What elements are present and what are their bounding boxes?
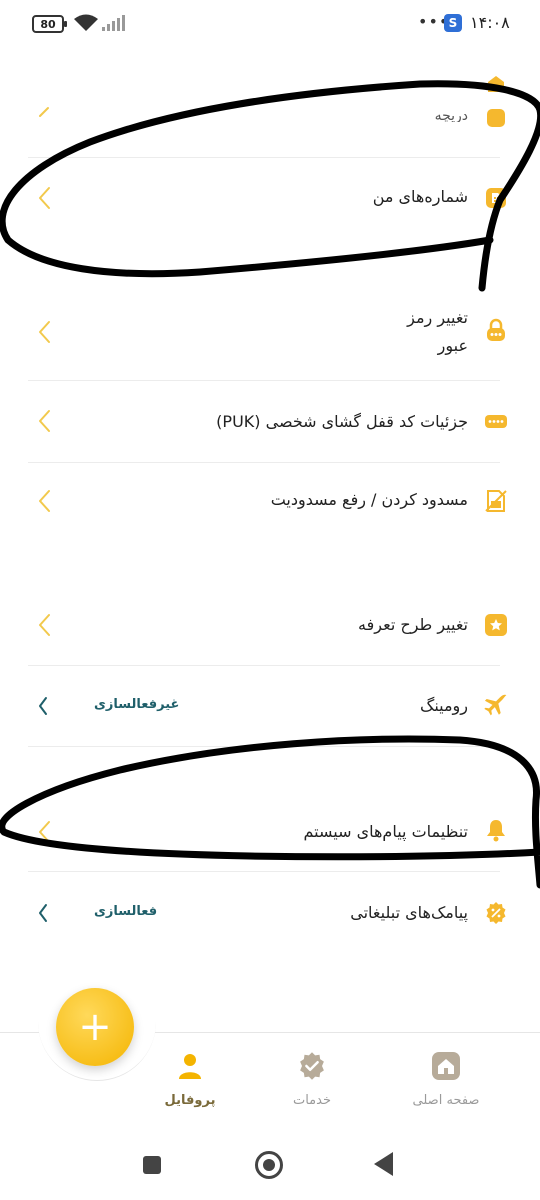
menu-item-label: تنظیمات پیام‌های سیستم [303, 822, 468, 841]
menu-item-change-password[interactable]: تغییر رمز عبور [0, 290, 540, 380]
pin-code-icon [485, 415, 507, 428]
clock: ۱۴:۰۸ [470, 13, 510, 32]
shop-icon [487, 109, 505, 127]
divider [28, 746, 500, 747]
menu-item-system-messages[interactable]: تنظیمات پیام‌های سیستم [0, 790, 540, 870]
chevron-left-icon [39, 614, 50, 636]
star-icon [485, 614, 507, 636]
menu-row-partial[interactable]: دریچه [0, 62, 540, 142]
back-button[interactable] [374, 1152, 393, 1176]
chevron-left-icon [39, 107, 49, 117]
plus-icon: + [78, 1004, 112, 1050]
chevron-left-icon [39, 410, 50, 432]
nav-label: صفحه اصلی [412, 1093, 480, 1108]
nav-item-profile[interactable]: پروفایل [130, 1051, 250, 1108]
signal-icon [102, 15, 125, 31]
system-navigation-bar [0, 1134, 540, 1200]
nav-item-services[interactable]: خدمات [252, 1051, 372, 1108]
menu-item-label: شماره‌های من [372, 187, 468, 206]
status-bar: 80 ••• S ۱۴:۰۸ [0, 0, 540, 50]
ad-sms-status[interactable]: فعالسازی [94, 904, 157, 919]
menu-item-roaming[interactable]: رومینگ غیرفعالسازی [0, 666, 540, 746]
sim-card-icon [486, 188, 506, 208]
battery-icon: 80 [32, 15, 67, 33]
menu-item-label: پیامک‌های تبلیغاتی [350, 903, 468, 922]
home-icon [432, 1052, 460, 1080]
blocked-sim-icon [485, 490, 507, 512]
home-button[interactable] [255, 1151, 283, 1179]
menu-item-label-line1: تغییر رمز [407, 308, 468, 327]
airplane-icon [484, 694, 507, 716]
menu-item-puk-details[interactable]: جزئیات کد قفل گشای شخصی (PUK) [0, 381, 540, 461]
menu-item-my-numbers[interactable]: شماره‌های من [0, 158, 540, 238]
wifi-icon [74, 14, 98, 31]
partial-label: دریچه [434, 108, 468, 122]
chevron-left-icon [39, 904, 47, 922]
battery-level: 80 [40, 17, 56, 31]
nav-item-home[interactable]: صفحه اصلی [386, 1051, 506, 1108]
menu-item-label: مسدود کردن / رفع مسدودیت [270, 490, 468, 509]
menu-item-change-tariff[interactable]: تغییر طرح تعرفه [0, 584, 540, 664]
store-top-icon [488, 76, 504, 92]
bell-icon [487, 820, 505, 842]
chevron-left-icon [39, 321, 50, 343]
verified-badge-icon [300, 1052, 324, 1080]
menu-item-ad-sms[interactable]: پیامک‌های تبلیغاتی فعالسازی [0, 872, 540, 952]
add-fab-button[interactable]: + [56, 988, 134, 1066]
lock-icon [487, 318, 505, 341]
nav-label: پروفایل [164, 1093, 216, 1108]
percent-icon [486, 902, 506, 924]
chevron-left-icon [39, 821, 50, 843]
menu-item-label: جزئیات کد قفل گشای شخصی (PUK) [216, 412, 468, 431]
chevron-left-icon [39, 187, 50, 209]
menu-item-label: رومینگ [420, 696, 468, 715]
menu-item-block-unblock[interactable]: مسدود کردن / رفع مسدودیت [0, 463, 540, 543]
profile-icon [179, 1054, 201, 1079]
chevron-left-icon [39, 490, 50, 512]
app-badge-icon: S [444, 14, 462, 32]
recents-button[interactable] [143, 1156, 161, 1174]
menu-item-label-line2: عبور [437, 336, 468, 355]
chevron-left-icon [39, 697, 47, 715]
nav-label: خدمات [292, 1093, 332, 1108]
menu-item-label: تغییر طرح تعرفه [358, 615, 468, 634]
roaming-status[interactable]: غیرفعالسازی [94, 697, 179, 712]
